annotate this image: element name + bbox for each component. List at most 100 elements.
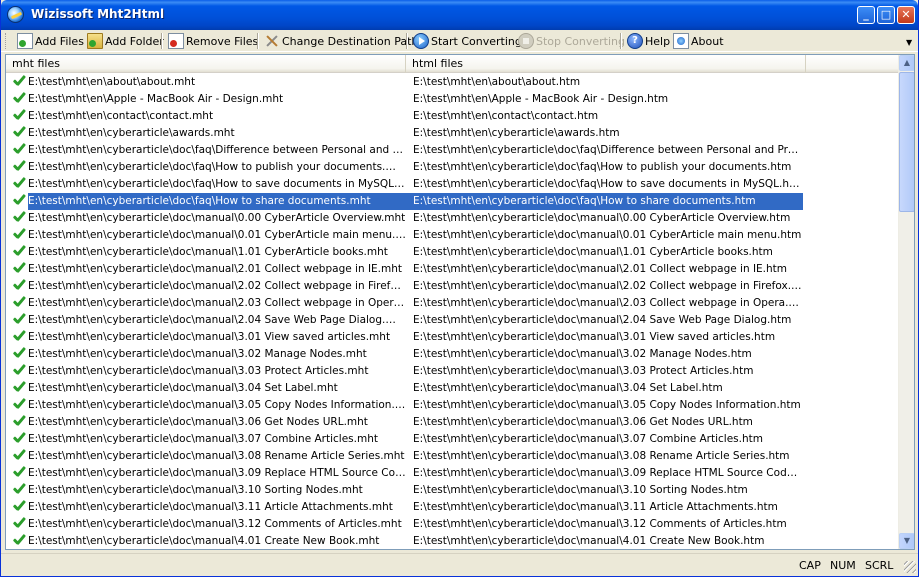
window-title: Wizissoft Mht2Html	[31, 7, 165, 21]
scroll-thumb[interactable]	[899, 72, 914, 212]
table-row[interactable]: E:\test\mht\en\cyberarticle\doc\manual\2…	[6, 312, 899, 329]
table-row[interactable]: E:\test\mht\en\Apple - MacBook Air - Des…	[6, 91, 899, 108]
remove-files-button[interactable]: Remove Files	[168, 32, 258, 50]
table-row[interactable]: E:\test\mht\en\cyberarticle\doc\manual\3…	[6, 380, 899, 397]
toolbar: Add Files Add Folder Remove Files Change…	[1, 30, 918, 52]
html-file-path: E:\test\mht\en\contact\contact.htm	[413, 110, 599, 122]
start-converting-label: Start Converting	[431, 34, 522, 48]
mht-file-path: E:\test\mht\en\about\about.mht	[28, 76, 196, 88]
table-row[interactable]: E:\test\mht\en\cyberarticle\doc\manual\2…	[6, 261, 899, 278]
app-icon[interactable]	[7, 6, 24, 23]
scroll-down-button[interactable]: ▼	[899, 533, 914, 549]
checkmark-icon	[12, 432, 27, 447]
add-folder-icon	[87, 33, 103, 49]
toolbar-separator	[406, 33, 408, 49]
table-row[interactable]: E:\test\mht\en\cyberarticle\awards.mht E:…	[6, 125, 899, 142]
checkmark-icon	[12, 211, 27, 226]
stop-icon	[518, 33, 534, 49]
mht-file-path: E:\test\mht\en\Apple - MacBook Air - Des…	[28, 93, 284, 105]
table-row[interactable]: E:\test\mht\en\cyberarticle\doc\manual\2…	[6, 295, 899, 312]
checkmark-icon	[12, 262, 27, 277]
num-lock-indicator: NUM	[830, 559, 856, 572]
add-folder-label: Add Folder	[105, 34, 164, 48]
html-file-path: E:\test\mht\en\cyberarticle\doc\faq\How …	[413, 178, 803, 190]
table-row[interactable]: E:\test\mht\en\cyberarticle\doc\manual\1…	[6, 244, 899, 261]
add-files-button[interactable]: Add Files	[17, 32, 84, 50]
checkmark-icon	[12, 143, 27, 158]
html-file-path: E:\test\mht\en\cyberarticle\doc\faq\How …	[413, 193, 803, 210]
table-row[interactable]: E:\test\mht\en\cyberarticle\doc\manual\4…	[6, 533, 899, 549]
stop-converting-button[interactable]: Stop Converting	[518, 32, 625, 50]
toolbar-grip[interactable]	[5, 33, 8, 49]
checkmark-icon	[12, 364, 27, 379]
table-row[interactable]: E:\test\mht\en\cyberarticle\doc\manual\3…	[6, 465, 899, 482]
html-file-path: E:\test\mht\en\about\about.htm	[413, 76, 581, 88]
vertical-scrollbar[interactable]: ▲ ▼	[898, 55, 914, 549]
mht-file-path: E:\test\mht\en\cyberarticle\doc\manual\3…	[28, 450, 405, 462]
table-row[interactable]: E:\test\mht\en\cyberarticle\doc\manual\3…	[6, 516, 899, 533]
mht-file-path: E:\test\mht\en\cyberarticle\doc\manual\2…	[28, 263, 403, 275]
table-row[interactable]: E:\test\mht\en\cyberarticle\doc\manual\3…	[6, 329, 899, 346]
change-destination-label: Change Destination Path	[282, 34, 419, 48]
table-row[interactable]: E:\test\mht\en\about\about.mht E:\test\mh…	[6, 74, 899, 91]
resize-grip[interactable]	[904, 561, 916, 573]
mht-file-path: E:\test\mht\en\cyberarticle\doc\manual\3…	[28, 484, 363, 496]
table-row[interactable]: E:\test\mht\en\cyberarticle\doc\manual\2…	[6, 278, 899, 295]
start-icon	[413, 33, 429, 49]
table-row[interactable]: E:\test\mht\en\cyberarticle\doc\faq\How …	[6, 193, 899, 210]
checkmark-icon	[12, 109, 27, 124]
scroll-up-button[interactable]: ▲	[899, 55, 914, 71]
table-row[interactable]: E:\test\mht\en\cyberarticle\doc\manual\3…	[6, 414, 899, 431]
about-button[interactable]: About	[673, 32, 724, 50]
table-row[interactable]: E:\test\mht\en\cyberarticle\doc\faq\How …	[6, 176, 899, 193]
table-row[interactable]: E:\test\mht\en\cyberarticle\doc\manual\3…	[6, 448, 899, 465]
add-folder-button[interactable]: Add Folder	[87, 32, 164, 50]
table-row[interactable]: E:\test\mht\en\cyberarticle\doc\manual\0…	[6, 227, 899, 244]
maximize-button[interactable]: □	[877, 6, 895, 24]
html-file-path: E:\test\mht\en\cyberarticle\doc\manual\3…	[413, 518, 787, 530]
checkmark-icon	[12, 534, 27, 549]
title-bar[interactable]: Wizissoft Mht2Html _ □ ✕	[1, 0, 918, 30]
toolbar-separator	[257, 33, 259, 49]
html-file-path: E:\test\mht\en\cyberarticle\doc\manual\3…	[413, 501, 778, 513]
file-list[interactable]: mht files html files E:\test\mht\en\abou…	[5, 54, 915, 550]
minimize-button[interactable]: _	[857, 6, 875, 24]
html-file-path: E:\test\mht\en\cyberarticle\doc\manual\3…	[413, 382, 723, 394]
checkmark-icon	[12, 517, 27, 532]
checkmark-icon	[12, 347, 27, 362]
table-row[interactable]: E:\test\mht\en\cyberarticle\doc\manual\0…	[6, 210, 899, 227]
change-destination-button[interactable]: Change Destination Path	[264, 32, 418, 50]
table-row[interactable]: E:\test\mht\en\cyberarticle\doc\manual\3…	[6, 499, 899, 516]
table-row[interactable]: E:\test\mht\en\cyberarticle\doc\faq\Diff…	[6, 142, 899, 159]
checkmark-icon	[12, 483, 27, 498]
table-row[interactable]: E:\test\mht\en\cyberarticle\doc\manual\3…	[6, 482, 899, 499]
about-icon	[673, 33, 689, 49]
html-file-path: E:\test\mht\en\cyberarticle\doc\manual\1…	[413, 246, 773, 258]
table-row[interactable]: E:\test\mht\en\cyberarticle\doc\manual\3…	[6, 397, 899, 414]
help-label: Help	[645, 34, 671, 48]
mht-file-path: E:\test\mht\en\cyberarticle\awards.mht	[28, 127, 235, 139]
html-file-path: E:\test\mht\en\cyberarticle\doc\manual\0…	[413, 229, 802, 241]
toolbar-separator	[620, 33, 622, 49]
html-file-path: E:\test\mht\en\cyberarticle\doc\faq\How …	[413, 161, 792, 173]
start-converting-button[interactable]: Start Converting	[413, 32, 522, 50]
help-button[interactable]: ? Help	[627, 32, 670, 50]
html-file-path: E:\test\mht\en\cyberarticle\doc\manual\0…	[413, 212, 791, 224]
list-header: mht files html files	[6, 55, 899, 73]
checkmark-icon	[12, 75, 27, 90]
checkmark-icon	[12, 177, 27, 192]
table-row[interactable]: E:\test\mht\en\cyberarticle\doc\manual\3…	[6, 431, 899, 448]
column-header-mht[interactable]: mht files	[6, 55, 406, 73]
scroll-lock-indicator: SCRL	[865, 559, 894, 572]
caps-lock-indicator: CAP	[799, 559, 821, 572]
toolbar-overflow-icon[interactable]: ▼	[906, 38, 914, 48]
tools-icon	[264, 33, 280, 49]
table-row[interactable]: E:\test\mht\en\contact\contact.mht E:\tes…	[6, 108, 899, 125]
table-row[interactable]: E:\test\mht\en\cyberarticle\doc\faq\How …	[6, 159, 899, 176]
table-row[interactable]: E:\test\mht\en\cyberarticle\doc\manual\3…	[6, 346, 899, 363]
column-header-html[interactable]: html files	[406, 55, 806, 73]
html-file-path: E:\test\mht\en\cyberarticle\doc\manual\3…	[413, 450, 790, 462]
table-row[interactable]: E:\test\mht\en\cyberarticle\doc\manual\3…	[6, 363, 899, 380]
list-rows: E:\test\mht\en\about\about.mht E:\test\mh…	[6, 74, 899, 549]
close-button[interactable]: ✕	[897, 6, 915, 24]
